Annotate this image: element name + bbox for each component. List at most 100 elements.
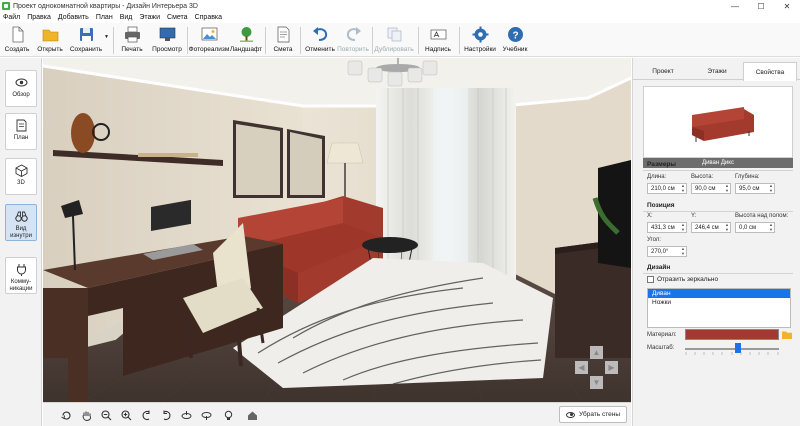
maximize-button[interactable]: ☐: [748, 0, 774, 12]
nav-up-icon[interactable]: ▲: [590, 346, 603, 359]
print-button[interactable]: Печать: [119, 23, 145, 57]
picture-icon: [201, 27, 217, 41]
photorealism-button[interactable]: Фотореализм: [189, 23, 229, 57]
turn-right-button[interactable]: [159, 408, 173, 422]
stepper-arrows-icon[interactable]: ▲ ▼: [724, 183, 730, 193]
text-label-icon: [430, 29, 446, 40]
redo-button: Повторить: [336, 23, 370, 57]
estimate-document-icon: [277, 26, 289, 43]
turn-left-button[interactable]: [139, 408, 153, 422]
tab-floors[interactable]: Этажи: [691, 62, 743, 80]
sidebar-item-overview[interactable]: Обзор: [5, 70, 37, 107]
light-button[interactable]: [221, 408, 235, 422]
save-dropdown-icon[interactable]: ▼: [104, 34, 109, 40]
menu-floors[interactable]: Этажи: [139, 14, 160, 21]
zoom-out-button[interactable]: [99, 408, 113, 422]
minimize-button[interactable]: —: [722, 0, 748, 12]
sidebar-item-communications[interactable]: Комму-никации: [5, 257, 37, 294]
stepper-arrows-icon[interactable]: ▲ ▼: [768, 222, 774, 232]
parts-list[interactable]: Диван Ножки: [647, 288, 791, 328]
angle-input[interactable]: 270,0° ▲ ▼: [647, 246, 687, 257]
floor-height-value: 0,0 см: [739, 224, 757, 231]
height-input[interactable]: 90,0 см ▲ ▼: [691, 183, 731, 194]
y-input[interactable]: 246,4 см ▲ ▼: [691, 222, 731, 233]
turn-right-icon: [163, 410, 170, 420]
x-label: X:: [647, 213, 653, 219]
sidebar-item-inside-view[interactable]: Вид изнутри: [5, 204, 37, 241]
mirror-label: Отразить зеркально: [657, 276, 719, 283]
list-item[interactable]: Ножки: [648, 298, 790, 307]
floor-height-input[interactable]: 0,0 см ▲ ▼: [735, 222, 775, 233]
menu-edit[interactable]: Правка: [27, 14, 51, 21]
binoculars-icon: [14, 211, 28, 222]
depth-input[interactable]: 95,0 см ▲ ▼: [735, 183, 775, 194]
scale-label: Масштаб:: [647, 345, 675, 351]
length-value: 210,0 см: [651, 185, 675, 192]
material-swatch[interactable]: [685, 329, 779, 340]
menu-add[interactable]: Добавить: [58, 14, 89, 21]
list-item[interactable]: Диван: [648, 289, 790, 298]
scale-slider-track[interactable]: [685, 348, 779, 350]
nav-right-icon[interactable]: ▶: [605, 361, 618, 374]
sidebar-item-3d[interactable]: 3D: [5, 158, 37, 195]
3d-viewport[interactable]: ▲ ◀ ▶ ▼: [43, 58, 631, 402]
length-input[interactable]: 210,0 см ▲ ▼: [647, 183, 687, 194]
menu-plan[interactable]: План: [96, 14, 113, 21]
design-title: Дизайн: [647, 264, 671, 271]
rotate-view-button[interactable]: [59, 408, 73, 422]
mirror-checkbox[interactable]: Отразить зеркально: [647, 276, 718, 283]
position-title: Позиция: [647, 202, 675, 209]
settings-button[interactable]: Настройки: [462, 23, 498, 57]
save-button[interactable]: Сохранить: [68, 23, 104, 57]
monitor-icon: [159, 27, 175, 41]
app-logo-icon: [2, 2, 10, 10]
depth-value: 95,0 см: [739, 185, 760, 192]
remove-walls-button[interactable]: Убрать стены: [559, 406, 627, 423]
redo-label: Повторить: [337, 46, 369, 53]
close-button[interactable]: ✕: [774, 0, 800, 12]
folder-icon[interactable]: [782, 330, 792, 339]
menu-view[interactable]: Вид: [120, 14, 133, 21]
new-file-icon: [12, 26, 23, 43]
home-view-button[interactable]: [245, 408, 259, 422]
nav-left-icon[interactable]: ◀: [575, 361, 588, 374]
tab-properties[interactable]: Свойства: [743, 62, 797, 81]
gear-icon: [472, 26, 488, 43]
stepper-arrows-icon[interactable]: ▲ ▼: [680, 246, 686, 256]
label-button[interactable]: Надпись: [424, 23, 452, 57]
tutorial-button[interactable]: ? Учебник: [500, 23, 530, 57]
create-label: Создать: [4, 46, 30, 53]
stepper-arrows-icon[interactable]: ▲ ▼: [768, 183, 774, 193]
menu-file[interactable]: Файл: [3, 14, 20, 21]
pan-view-button[interactable]: [79, 408, 93, 422]
depth-label: Глубина:: [735, 174, 760, 180]
nav-down-icon[interactable]: ▼: [590, 376, 603, 389]
eye-icon: [15, 78, 27, 87]
sidebar-item-plan[interactable]: План: [5, 113, 37, 150]
open-button[interactable]: Открыть: [36, 23, 64, 57]
print-label: Печать: [121, 46, 143, 53]
undo-button[interactable]: Отменить: [303, 23, 337, 57]
view-mode-sidebar: Обзор План 3D Вид изнутри Комму-никации: [0, 58, 42, 426]
x-input[interactable]: 431,3 см ▲ ▼: [647, 222, 687, 233]
landscape-button[interactable]: Ландшафт: [230, 23, 262, 57]
checkbox-box[interactable]: [647, 276, 654, 283]
tab-project[interactable]: Проект: [637, 62, 689, 80]
preview-button[interactable]: Просмотр: [151, 23, 183, 57]
angle-label: Угол:: [647, 237, 661, 243]
stepper-arrows-icon[interactable]: ▲ ▼: [724, 222, 730, 232]
menu-help[interactable]: Справка: [195, 14, 222, 21]
sizes-title: Размеры: [647, 161, 676, 168]
stepper-arrows-icon[interactable]: ▲ ▼: [680, 183, 686, 193]
estimate-button[interactable]: Смета: [270, 23, 296, 57]
tilt-down-button[interactable]: [199, 408, 213, 422]
menu-estimate[interactable]: Смета: [167, 14, 188, 21]
printer-icon: [124, 26, 140, 43]
stepper-arrows-icon[interactable]: ▲ ▼: [680, 222, 686, 232]
sidebar-item-label: Вид изнутри: [10, 226, 32, 239]
toolbar: Создать Открыть Сохранить ▼ Печать Просм…: [0, 23, 800, 57]
tilt-up-button[interactable]: [179, 408, 193, 422]
create-button[interactable]: Создать: [4, 23, 30, 57]
zoom-in-button[interactable]: [119, 408, 133, 422]
x-value: 431,3 см: [651, 224, 675, 231]
